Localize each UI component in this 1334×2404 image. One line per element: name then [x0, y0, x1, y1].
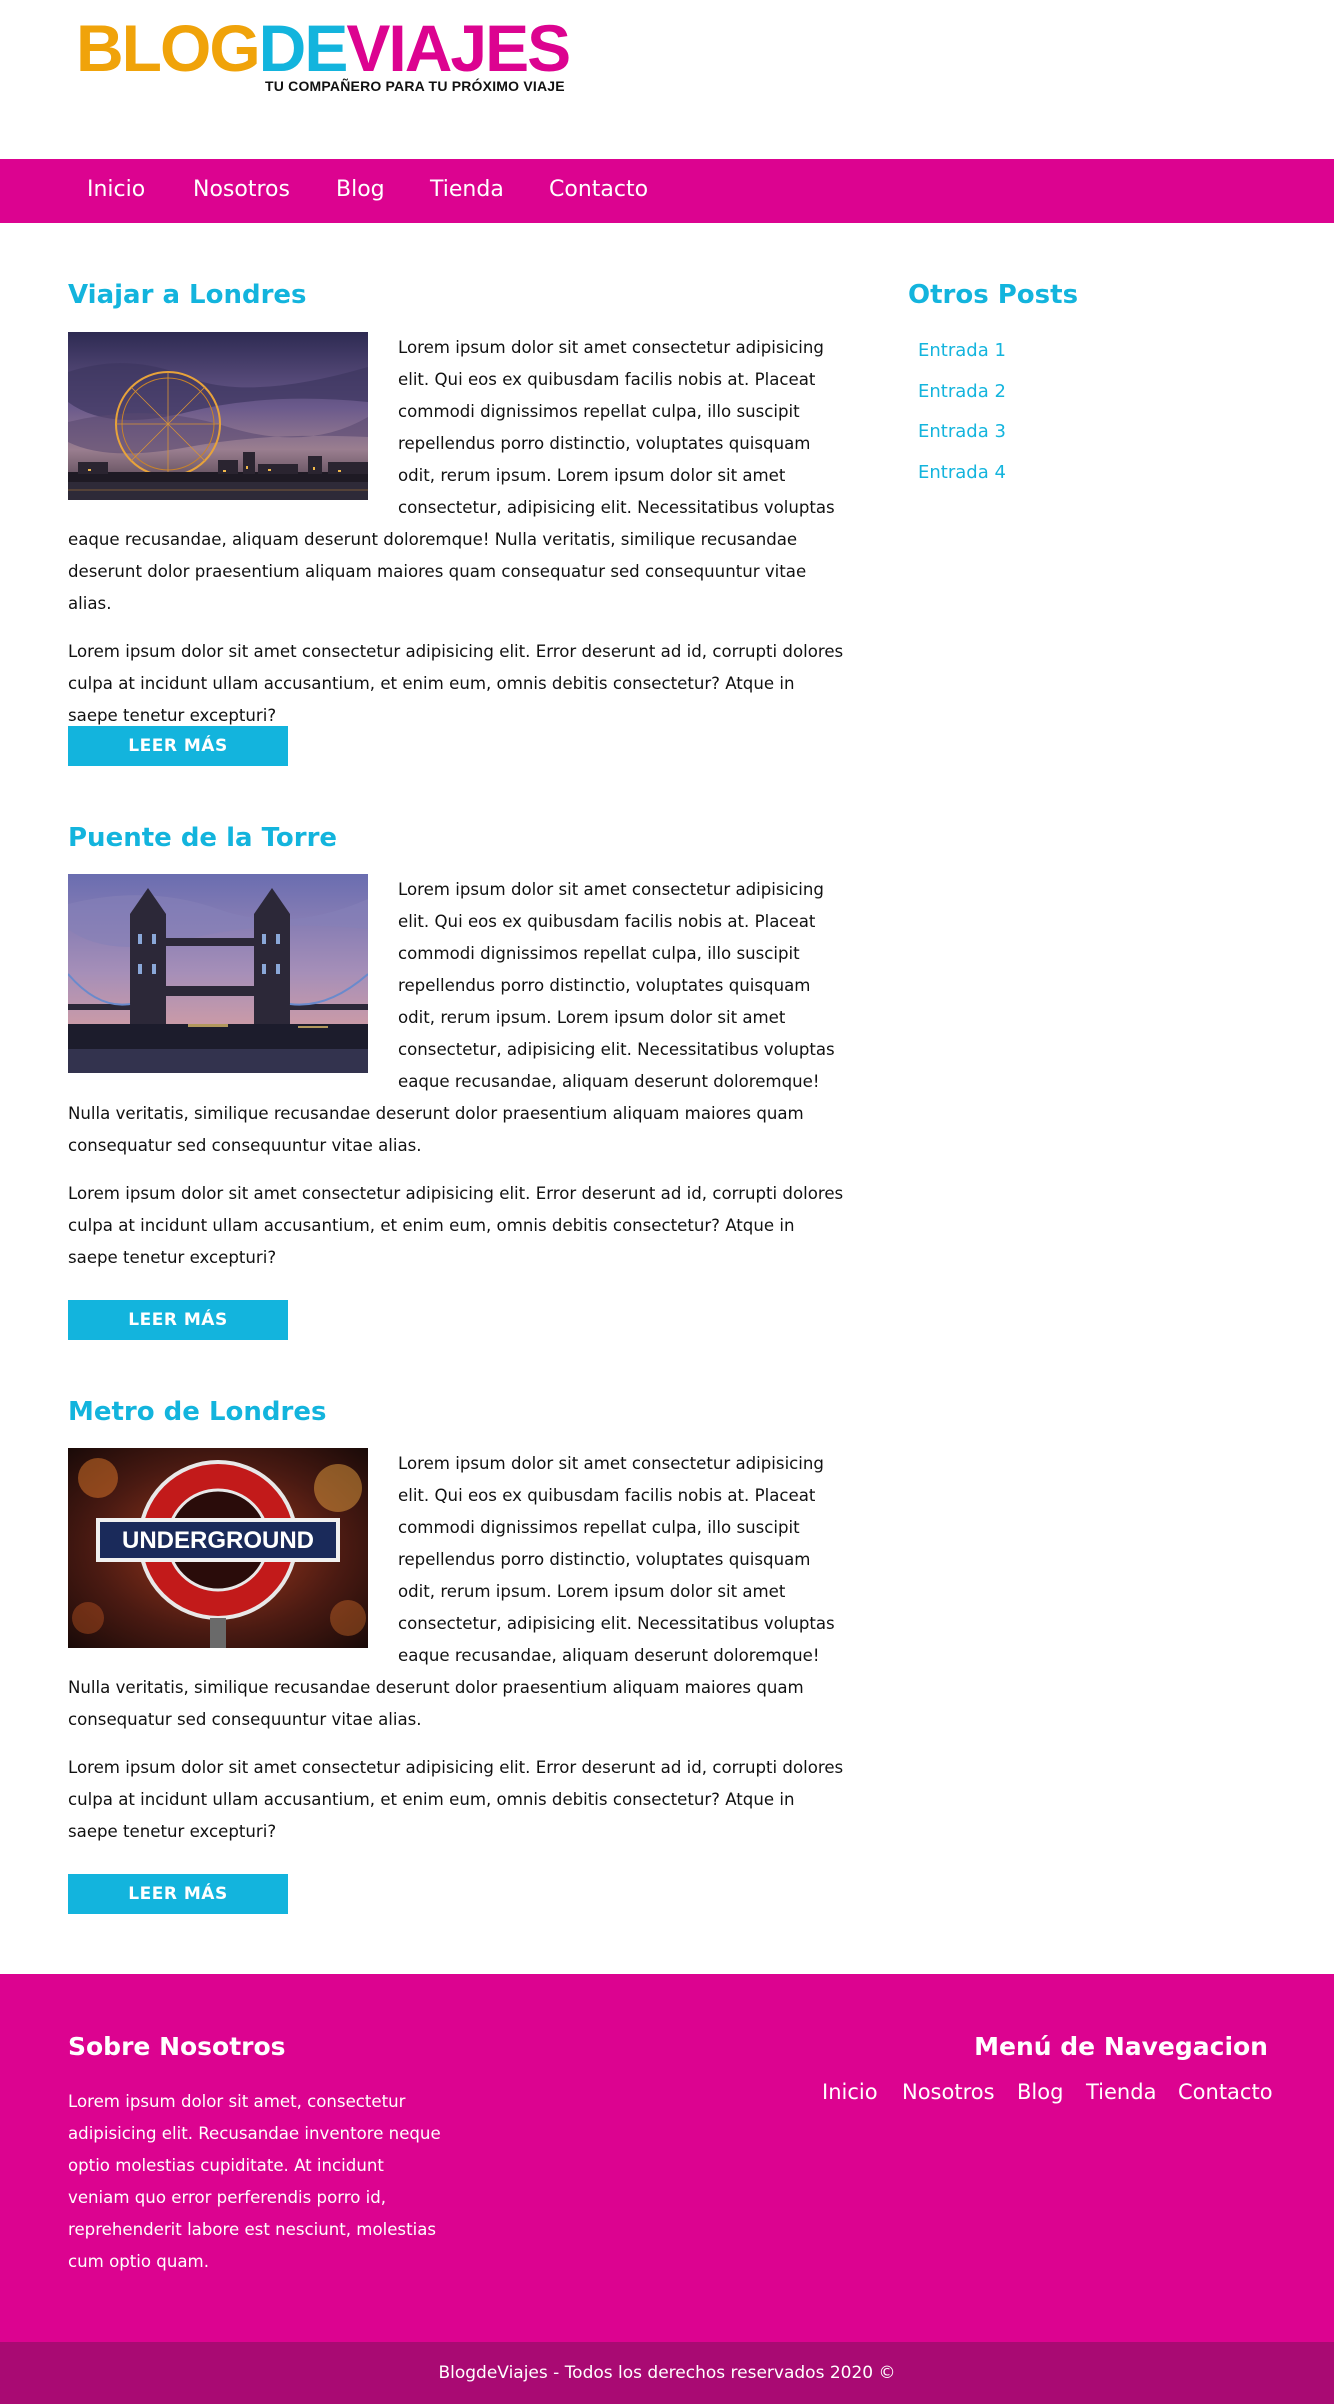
image-float-spacer — [68, 332, 398, 524]
sidebar-link-entrada-2[interactable]: Entrada 2 — [918, 381, 1006, 402]
post-paragraph-2: Lorem ipsum dolor sit amet consectetur a… — [68, 1758, 844, 1841]
read-more-button[interactable]: LEER MÁS — [68, 726, 288, 766]
nav-item-contacto[interactable]: Contacto — [549, 177, 648, 202]
post-body: Lorem ipsum dolor sit amet consectetur a… — [68, 1448, 848, 1848]
logo-part-de: DE — [258, 11, 349, 85]
read-more-button[interactable]: LEER MÁS — [68, 1300, 288, 1340]
nav-item-tienda[interactable]: Tienda — [430, 177, 504, 202]
logo-wordmark: BLOGDEVIAJES — [76, 11, 571, 85]
post-body: Lorem ipsum dolor sit amet consectetur a… — [68, 332, 848, 732]
logo-part-viajes: VIAJES — [346, 11, 571, 85]
footer-about-title: Sobre Nosotros — [68, 2032, 286, 2061]
read-more-button[interactable]: LEER MÁS — [68, 1874, 288, 1914]
footer-nav-blog[interactable]: Blog — [1017, 2080, 1063, 2104]
copyright-bar: BlogdeViajes - Todos los derechos reserv… — [0, 2342, 1334, 2404]
image-float-spacer — [68, 1448, 398, 1672]
footer-nav-nosotros[interactable]: Nosotros — [902, 2080, 995, 2104]
footer-menu-title: Menú de Navegacion — [974, 2032, 1268, 2061]
logo-part-blog: BLOG — [76, 11, 261, 85]
nav-item-nosotros[interactable]: Nosotros — [193, 177, 290, 202]
post-title[interactable]: Viajar a Londres — [68, 280, 307, 310]
logo-tagline: TU COMPAÑERO PARA TU PRÓXIMO VIAJE — [265, 78, 565, 94]
footer-about-text: Lorem ipsum dolor sit amet, consectetur … — [68, 2092, 441, 2271]
footer-nav-contacto[interactable]: Contacto — [1178, 2080, 1273, 2104]
post-paragraph-2: Lorem ipsum dolor sit amet consectetur a… — [68, 642, 844, 725]
sidebar-link-entrada-3[interactable]: Entrada 3 — [918, 421, 1006, 442]
image-float-spacer — [68, 874, 398, 1097]
main-nav: Inicio Nosotros Blog Tienda Contacto — [0, 159, 1334, 223]
sidebar-title: Otros Posts — [908, 280, 1079, 310]
post-title[interactable]: Puente de la Torre — [68, 823, 337, 853]
sidebar-link-entrada-1[interactable]: Entrada 1 — [918, 340, 1006, 361]
nav-item-inicio[interactable]: Inicio — [87, 177, 145, 202]
site-footer: Sobre Nosotros Lorem ipsum dolor sit ame… — [0, 1974, 1334, 2342]
nav-item-blog[interactable]: Blog — [336, 177, 385, 202]
post-body: Lorem ipsum dolor sit amet consectetur a… — [68, 874, 848, 1274]
footer-nav-tienda[interactable]: Tienda — [1086, 2080, 1156, 2104]
site-logo[interactable]: BLOGDEVIAJES TU COMPAÑERO PARA TU PRÓXIM… — [76, 11, 571, 94]
post-paragraph-2: Lorem ipsum dolor sit amet consectetur a… — [68, 1184, 844, 1267]
sidebar-link-entrada-4[interactable]: Entrada 4 — [918, 462, 1006, 483]
footer-nav-inicio[interactable]: Inicio — [822, 2080, 878, 2104]
post-title[interactable]: Metro de Londres — [68, 1397, 326, 1427]
